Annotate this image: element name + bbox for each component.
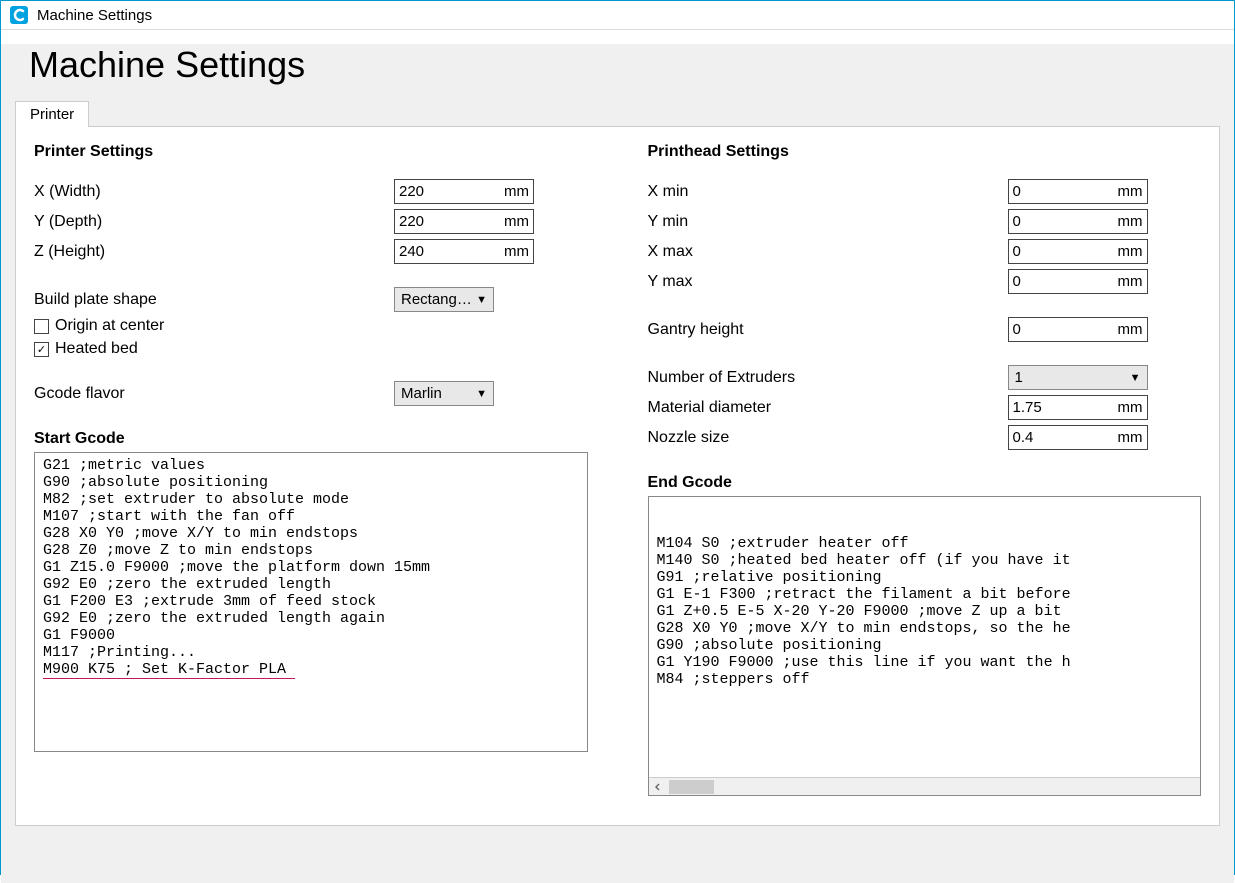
end-gcode-textarea[interactable]: M104 S0 ;extruder heater off M140 S0 ;he… [648, 496, 1202, 796]
num-extruders-label: Number of Extruders [648, 369, 1008, 387]
nozzle-size-input-wrap: mm [1008, 425, 1148, 450]
x-width-label: X (Width) [34, 183, 394, 201]
gantry-height-label: Gantry height [648, 321, 1008, 339]
gantry-height-input-wrap: mm [1008, 317, 1148, 342]
nozzle-size-row: Nozzle size mm [648, 425, 1202, 450]
horizontal-scrollbar[interactable] [649, 777, 1201, 795]
build-plate-shape-label: Build plate shape [34, 291, 394, 309]
gantry-height-unit: mm [1118, 321, 1143, 338]
titlebar: Machine Settings [1, 1, 1234, 30]
gcode-flavor-select[interactable]: Marlin ▼ [394, 381, 494, 406]
chevron-down-icon: ▼ [476, 294, 487, 306]
xmax-label: X max [648, 243, 1008, 261]
printhead-settings-column: Printhead Settings X min mm Y min mm X m… [648, 143, 1202, 809]
scroll-left-button[interactable] [649, 778, 667, 796]
nozzle-size-input[interactable] [1013, 429, 1103, 446]
gcode-flavor-label: Gcode flavor [34, 385, 394, 403]
xmin-input-wrap: mm [1008, 179, 1148, 204]
num-extruders-value: 1 [1015, 369, 1126, 386]
ymax-unit: mm [1118, 273, 1143, 290]
cura-app-icon [9, 5, 29, 25]
origin-at-center-checkbox[interactable] [34, 319, 49, 334]
end-gcode-heading: End Gcode [648, 474, 1202, 492]
z-height-unit: mm [504, 243, 529, 260]
material-diameter-input-wrap: mm [1008, 395, 1148, 420]
heated-bed-row: Heated bed [34, 340, 588, 358]
ymax-label: Y max [648, 273, 1008, 291]
y-depth-label: Y (Depth) [34, 213, 394, 231]
scroll-thumb[interactable] [669, 780, 714, 794]
num-extruders-row: Number of Extruders 1 ▼ [648, 365, 1202, 390]
z-height-row: Z (Height) mm [34, 239, 588, 264]
ymax-row: Y max mm [648, 269, 1202, 294]
build-plate-shape-select[interactable]: Rectangu... ▼ [394, 287, 494, 312]
gcode-flavor-value: Marlin [401, 385, 472, 402]
heated-bed-checkbox[interactable] [34, 342, 49, 357]
gcode-flavor-row: Gcode flavor Marlin ▼ [34, 381, 588, 406]
z-height-input[interactable] [399, 243, 489, 260]
content-area: Machine Settings Printer Printer Setting… [1, 44, 1234, 883]
nozzle-size-label: Nozzle size [648, 429, 1008, 447]
xmax-unit: mm [1118, 243, 1143, 260]
build-plate-shape-value: Rectangu... [401, 291, 472, 308]
y-depth-input-wrap: mm [394, 209, 534, 234]
gantry-height-row: Gantry height mm [648, 317, 1202, 342]
printhead-settings-heading: Printhead Settings [648, 143, 1202, 161]
material-diameter-label: Material diameter [648, 399, 1008, 417]
ymax-input-wrap: mm [1008, 269, 1148, 294]
build-plate-shape-row: Build plate shape Rectangu... ▼ [34, 287, 588, 312]
origin-at-center-row: Origin at center [34, 317, 588, 335]
x-width-input[interactable] [399, 183, 489, 200]
printer-settings-column: Printer Settings X (Width) mm Y (Depth) … [34, 143, 588, 809]
ymin-input-wrap: mm [1008, 209, 1148, 234]
ymin-label: Y min [648, 213, 1008, 231]
printer-settings-heading: Printer Settings [34, 143, 588, 161]
xmax-input[interactable] [1013, 243, 1103, 260]
xmin-input[interactable] [1013, 183, 1103, 200]
heated-bed-label: Heated bed [55, 340, 138, 358]
num-extruders-select[interactable]: 1 ▼ [1008, 365, 1148, 390]
material-diameter-unit: mm [1118, 399, 1143, 416]
ymin-unit: mm [1118, 213, 1143, 230]
xmin-label: X min [648, 183, 1008, 201]
ymax-input[interactable] [1013, 273, 1103, 290]
tab-printer[interactable]: Printer [15, 101, 89, 127]
chevron-down-icon: ▼ [476, 388, 487, 400]
y-depth-row: Y (Depth) mm [34, 209, 588, 234]
material-diameter-input[interactable] [1013, 399, 1103, 416]
start-gcode-highlighted-line: M900 K75 ; Set K-Factor PLA [43, 661, 295, 679]
tab-row: Printer [15, 100, 1220, 126]
start-gcode-heading: Start Gcode [34, 430, 588, 448]
y-depth-unit: mm [504, 213, 529, 230]
xmin-unit: mm [1118, 183, 1143, 200]
settings-panel: Printer Settings X (Width) mm Y (Depth) … [15, 126, 1220, 826]
nozzle-size-unit: mm [1118, 429, 1143, 446]
ymin-row: Y min mm [648, 209, 1202, 234]
window-title: Machine Settings [37, 7, 152, 24]
page-title: Machine Settings [29, 44, 1220, 86]
z-height-input-wrap: mm [394, 239, 534, 264]
x-width-input-wrap: mm [394, 179, 534, 204]
gantry-height-input[interactable] [1013, 321, 1103, 338]
x-width-unit: mm [504, 183, 529, 200]
xmin-row: X min mm [648, 179, 1202, 204]
origin-at-center-label: Origin at center [55, 317, 164, 335]
start-gcode-textarea[interactable]: G21 ;metric values G90 ;absolute positio… [34, 452, 588, 752]
x-width-row: X (Width) mm [34, 179, 588, 204]
z-height-label: Z (Height) [34, 243, 394, 261]
y-depth-input[interactable] [399, 213, 489, 230]
xmax-row: X max mm [648, 239, 1202, 264]
xmax-input-wrap: mm [1008, 239, 1148, 264]
ymin-input[interactable] [1013, 213, 1103, 230]
chevron-down-icon: ▼ [1130, 372, 1141, 384]
material-diameter-row: Material diameter mm [648, 395, 1202, 420]
